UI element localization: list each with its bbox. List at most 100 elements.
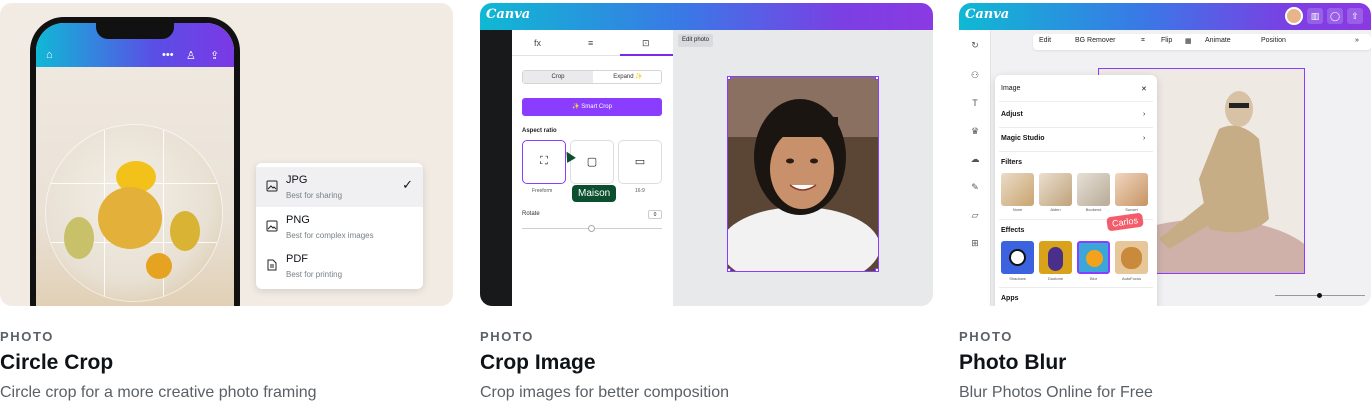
projects-icon[interactable]: ▱: [969, 210, 981, 221]
draw-icon[interactable]: ✎: [969, 182, 981, 193]
melon-shape: [98, 187, 162, 249]
card-thumbnail[interactable]: ⌂ ••• ♙ ⇪ JPG Best for sharing ✓ PNG Bes…: [0, 3, 453, 306]
magic-studio-label: Magic Studio: [1001, 135, 1045, 142]
card-title[interactable]: Photo Blur: [959, 351, 1066, 375]
aspect-square[interactable]: ▢: [570, 140, 614, 184]
pear-shape: [64, 217, 94, 259]
freeform-icon: ⛶: [540, 155, 548, 167]
effects-label: Effects: [1001, 227, 1025, 234]
panel-tabs: fx ≡ ⊡: [512, 30, 673, 56]
divider: [999, 101, 1153, 102]
template-card-circle-crop[interactable]: ⌂ ••• ♙ ⇪ JPG Best for sharing ✓ PNG Bes…: [0, 3, 453, 405]
download-format-dropdown[interactable]: JPG Best for sharing ✓ PNG Best for comp…: [256, 163, 423, 289]
aspect-freeform[interactable]: ⛶: [522, 140, 566, 184]
apps-label: Apps: [1001, 295, 1019, 302]
zoom-slider-knob[interactable]: [1317, 293, 1322, 298]
filter-thumbnail[interactable]: [1039, 173, 1072, 206]
card-thumbnail[interactable]: Canva fx ≡ ⊡ Crop Expand ✨ ✨ Smart Crop …: [480, 3, 933, 306]
share-icon[interactable]: ⇧: [1347, 8, 1363, 24]
card-title[interactable]: Circle Crop: [0, 351, 113, 375]
tab-adjust[interactable]: ≡: [588, 38, 593, 48]
collab-cursor-label: Maison: [572, 185, 617, 202]
more-icon: •••: [162, 49, 174, 61]
format-option-pdf[interactable]: PDF Best for printing: [256, 246, 423, 286]
format-sublabel: Best for complex images: [286, 231, 374, 240]
divider: [999, 151, 1153, 152]
effect-caption: Blur: [1089, 276, 1098, 281]
effect-caption: Shadows: [1009, 276, 1026, 281]
phone-notch: [96, 23, 174, 39]
expand-segment[interactable]: Expand ✨: [593, 71, 663, 83]
more-icon[interactable]: »: [1355, 37, 1359, 44]
comment-icon[interactable]: ◯: [1327, 8, 1343, 24]
card-category: PHOTO: [959, 329, 1013, 344]
apps-icon[interactable]: ⊞: [969, 238, 981, 249]
crop-icon[interactable]: ⌗: [1141, 37, 1145, 45]
share-people-icon: ♙: [186, 50, 196, 62]
aspect-ratio-label: Aspect ratio: [522, 128, 557, 134]
toolbar-position[interactable]: Position: [1261, 37, 1286, 44]
format-option-png[interactable]: PNG Best for complex images: [256, 207, 423, 247]
format-option-jpg[interactable]: JPG Best for sharing ✓: [256, 167, 423, 207]
effect-shadows-thumbnail[interactable]: [1001, 241, 1034, 274]
document-icon: [266, 258, 278, 271]
portrait-illustration: [728, 77, 878, 271]
crop-handle[interactable]: [728, 268, 731, 271]
wide-rect-icon: ▭: [634, 156, 646, 168]
card-category: PHOTO: [480, 329, 534, 344]
filter-thumbnail[interactable]: [1115, 173, 1148, 206]
pear-shape: [170, 211, 200, 251]
brand-icon[interactable]: ♛: [969, 126, 981, 137]
effect-autofocus-thumbnail[interactable]: [1115, 241, 1148, 274]
effect-caption: Duotone: [1047, 276, 1064, 281]
home-icon: ⌂: [46, 49, 53, 61]
crop-handle[interactable]: [875, 77, 878, 80]
crop-segment[interactable]: Crop: [523, 71, 593, 83]
smart-crop-button[interactable]: ✨ Smart Crop: [522, 98, 662, 116]
image-edit-panel: Image ✕ Adjust › Magic Studio › Filters …: [995, 75, 1157, 306]
effect-duotone-thumbnail[interactable]: [1039, 241, 1072, 274]
cropped-photo[interactable]: [727, 76, 879, 272]
divider: [999, 127, 1153, 128]
crop-handle[interactable]: [875, 268, 878, 271]
filter-caption: None: [1012, 207, 1023, 212]
edit-photo-chip[interactable]: Edit photo: [678, 34, 714, 47]
toolbar-edit[interactable]: Edit: [1039, 37, 1051, 44]
crop-expand-toggle[interactable]: Crop Expand ✨: [522, 70, 662, 84]
toolbar-bg-remover[interactable]: BG Remover: [1075, 37, 1115, 44]
upload-icon: ⇪: [210, 50, 220, 62]
template-card-crop-image[interactable]: Canva fx ≡ ⊡ Crop Expand ✨ ✨ Smart Crop …: [480, 3, 933, 405]
editor-header: Canva ▥ ◯ ⇧: [959, 3, 1371, 30]
filter-caption: Bookend: [1085, 207, 1102, 212]
card-title[interactable]: Crop Image: [480, 351, 596, 375]
text-icon[interactable]: T: [969, 98, 981, 108]
effect-blur-thumbnail[interactable]: [1077, 241, 1110, 274]
template-card-photo-blur[interactable]: Canva ▥ ◯ ⇧ ↻ ⚇ T ♛ ☁ ✎ ▱ ⊞ Edit BG Remo…: [959, 3, 1371, 405]
card-description: Blur Photos Online for Free: [959, 384, 1153, 401]
filter-thumbnail[interactable]: [1001, 173, 1034, 206]
card-thumbnail[interactable]: Canva ▥ ◯ ⇧ ↻ ⚇ T ♛ ☁ ✎ ▱ ⊞ Edit BG Remo…: [959, 3, 1371, 306]
square-icon: ▢: [586, 156, 598, 168]
aspect-caption: 16:9: [635, 188, 645, 194]
close-icon[interactable]: ✕: [1141, 85, 1147, 93]
rotate-slider-knob[interactable]: [588, 225, 595, 232]
grid-icon[interactable]: ▦: [1185, 37, 1192, 45]
card-description: Circle crop for a more creative photo fr…: [0, 384, 317, 401]
upload-icon[interactable]: ☁: [969, 154, 981, 165]
toolbar-flip[interactable]: Flip: [1161, 37, 1172, 44]
elements-icon[interactable]: ⚇: [969, 70, 981, 81]
filter-thumbnail[interactable]: [1077, 173, 1110, 206]
editor-header: Canva: [480, 3, 933, 30]
tab-crop[interactable]: ⊡: [642, 38, 650, 49]
toolbar-animate[interactable]: Animate: [1205, 37, 1231, 44]
crop-handle[interactable]: [728, 77, 731, 80]
chart-icon[interactable]: ▥: [1307, 8, 1323, 24]
tab-effects[interactable]: fx: [534, 38, 541, 48]
format-label: JPG: [286, 174, 308, 186]
avatar[interactable]: [1285, 7, 1303, 25]
filter-caption: Aiden: [1050, 207, 1061, 212]
rotate-value-input[interactable]: 0: [648, 210, 662, 219]
aspect-wide[interactable]: ▭: [618, 140, 662, 184]
chevron-right-icon: ›: [1143, 111, 1146, 118]
refresh-icon[interactable]: ↻: [969, 40, 981, 51]
